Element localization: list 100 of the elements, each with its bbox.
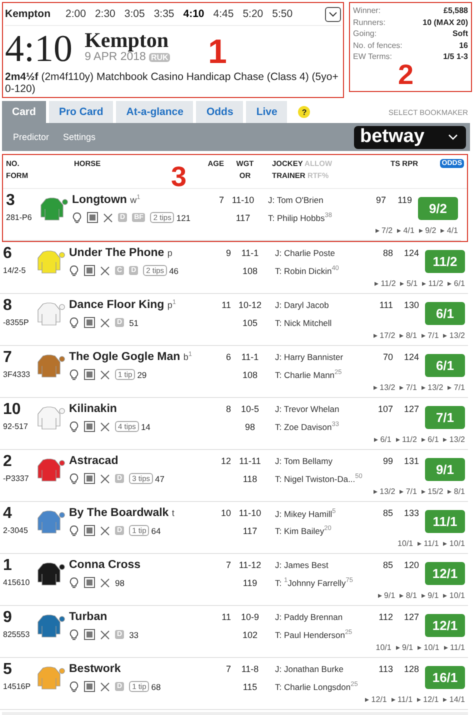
runner-number: 7 (3, 348, 13, 366)
notes-icon[interactable] (84, 577, 95, 588)
trainer-name[interactable]: T: Charlie Mann$^{25}$ (269, 369, 367, 380)
odds-button[interactable]: 11/2 (425, 250, 465, 273)
lightbulb-icon[interactable] (69, 368, 79, 380)
race-time-tab[interactable]: 3:35 (154, 8, 174, 20)
trainer-name[interactable]: T: Charlie Longsdon$^{25}$ (269, 681, 367, 692)
official-rating: 117 (234, 212, 252, 222)
lightbulb-icon[interactable] (69, 264, 79, 276)
trainer-name[interactable]: T: $^{1}$Johnny Farrelly$^{75}$ (269, 577, 367, 588)
cross-icon[interactable] (103, 212, 113, 222)
jockey-name[interactable]: J: Harry Bannister (269, 352, 367, 362)
lightbulb-icon[interactable] (69, 472, 79, 484)
cross-icon[interactable] (100, 682, 110, 692)
cross-icon[interactable] (100, 266, 110, 276)
tab[interactable]: Live (246, 101, 288, 123)
notes-icon[interactable] (84, 317, 95, 328)
race-time-tab[interactable]: 4:45 (213, 8, 234, 20)
odds-button[interactable]: 12/1 (425, 562, 465, 585)
course-name[interactable]: Kempton (5, 8, 50, 20)
trainer-name[interactable]: T: Nick Mitchell (269, 318, 367, 328)
odds-button[interactable]: 9/2 (418, 197, 458, 220)
trainer-name[interactable]: T: Robin Dickin$^{40}$ (269, 265, 367, 276)
horse-name[interactable]: Conna Cross (69, 559, 209, 571)
jockey-name[interactable]: J: James Best (269, 560, 367, 570)
runner-number: 2 (3, 452, 13, 470)
jockey-name[interactable]: J: Mikey Hamill$^{5}$ (269, 508, 367, 518)
lightbulb-icon[interactable] (69, 316, 79, 328)
horse-name[interactable]: Under The Phone p (69, 247, 209, 259)
horse-name[interactable]: By The Boardwalk t (69, 507, 209, 519)
jockey-name[interactable]: J: Tom O'Brien (262, 195, 360, 205)
trainer-name[interactable]: T: Paul Henderson$^{25}$ (269, 629, 367, 640)
info-label: EW Terms: (353, 51, 392, 62)
odds-button[interactable]: 12/1 (425, 614, 465, 637)
odds-button[interactable]: 11/1 (425, 510, 465, 533)
tab[interactable]: Pro Card (48, 101, 114, 123)
jockey-name[interactable]: J: Paddy Brennan (269, 612, 367, 622)
rpr-text: 127 (402, 404, 419, 414)
lightbulb-icon[interactable] (69, 524, 79, 536)
jockey-name[interactable]: J: Tom Bellamy (269, 456, 367, 466)
dropdown-button[interactable] (325, 6, 341, 22)
cross-icon[interactable] (100, 526, 110, 536)
horse-name[interactable]: Dance Floor King p$^{1}$ (69, 299, 209, 311)
rpr-text: 124 (402, 352, 419, 362)
lightbulb-icon[interactable] (69, 628, 79, 640)
horse-name[interactable]: Astracad (69, 455, 209, 467)
race-time-tab[interactable]: 2:30 (94, 8, 116, 20)
horse-name[interactable]: Longtown w$^{1}$ (72, 194, 202, 206)
lightbulb-icon[interactable] (72, 212, 82, 224)
notes-icon[interactable] (84, 265, 95, 276)
notes-icon[interactable] (84, 369, 95, 380)
rpr-text: 128 (402, 664, 419, 674)
lightbulb-icon[interactable] (69, 680, 79, 692)
cross-icon[interactable] (100, 630, 110, 640)
jockey-name[interactable]: J: Jonathan Burke (269, 664, 367, 674)
cross-icon[interactable] (100, 318, 110, 328)
odds-button[interactable]: 9/1 (425, 458, 465, 481)
odds-button[interactable]: 6/1 (425, 302, 465, 325)
rpr-text: 130 (402, 300, 419, 310)
chevron-icon (448, 134, 458, 140)
horse-name[interactable]: Bestwork (69, 663, 209, 675)
odds-button[interactable]: 6/1 (425, 354, 465, 377)
race-time-tab[interactable]: 5:20 (242, 8, 264, 20)
lightbulb-icon[interactable] (69, 420, 79, 432)
odds-button[interactable]: 16/1 (425, 666, 465, 689)
jockey-name[interactable]: J: Daryl Jacob (269, 300, 367, 310)
rating-text: 14 (140, 422, 150, 432)
jockey-name[interactable]: J: Charlie Poste (269, 248, 367, 258)
horse-name[interactable]: Kilinakin (69, 403, 209, 415)
race-time-tab[interactable]: 3:05 (124, 8, 145, 20)
horse-name[interactable]: Turban (69, 611, 209, 623)
trainer-name[interactable]: T: Nigel Twiston-Da...$^{50}$ (269, 473, 367, 484)
cross-icon[interactable] (100, 422, 110, 432)
notes-icon[interactable] (84, 681, 95, 692)
race-time-tab[interactable]: 5:50 (272, 8, 293, 20)
race-time-tab[interactable]: 4:10 (183, 8, 204, 20)
tab[interactable]: At-a-glance (116, 101, 194, 123)
trainer-name[interactable]: T: Zoe Davison$^{33}$ (269, 421, 367, 432)
horse-name[interactable]: The Ogle Gogle Man b$^{1}$ (69, 351, 209, 363)
rating-text: 51 (129, 318, 139, 328)
info-value: Soft (452, 28, 468, 40)
notes-icon[interactable] (84, 473, 95, 484)
tab[interactable]: Odds (196, 101, 244, 123)
notes-icon[interactable] (87, 212, 98, 223)
rpr-text: 119 (396, 195, 412, 205)
lightbulb-icon[interactable] (69, 576, 79, 588)
notes-icon[interactable] (84, 421, 95, 432)
bookmaker-select[interactable]: betway (354, 126, 466, 148)
cross-icon[interactable] (100, 370, 110, 380)
jockey-name[interactable]: J: Trevor Whelan (269, 404, 367, 414)
cross-icon[interactable] (100, 474, 110, 484)
rating-text: 33 (129, 630, 139, 640)
notes-icon[interactable] (84, 525, 95, 536)
trainer-name[interactable]: T: Philip Hobbs$^{38}$ (262, 212, 360, 223)
trainer-name[interactable]: T: Kim Bailey$^{20}$ (269, 525, 367, 536)
race-time-tab[interactable]: 2:00 (66, 8, 86, 20)
notes-icon[interactable] (84, 629, 95, 640)
help-icon[interactable]: ? (298, 106, 310, 118)
odds-button[interactable]: 7/1 (425, 406, 465, 429)
cross-icon[interactable] (100, 578, 110, 588)
